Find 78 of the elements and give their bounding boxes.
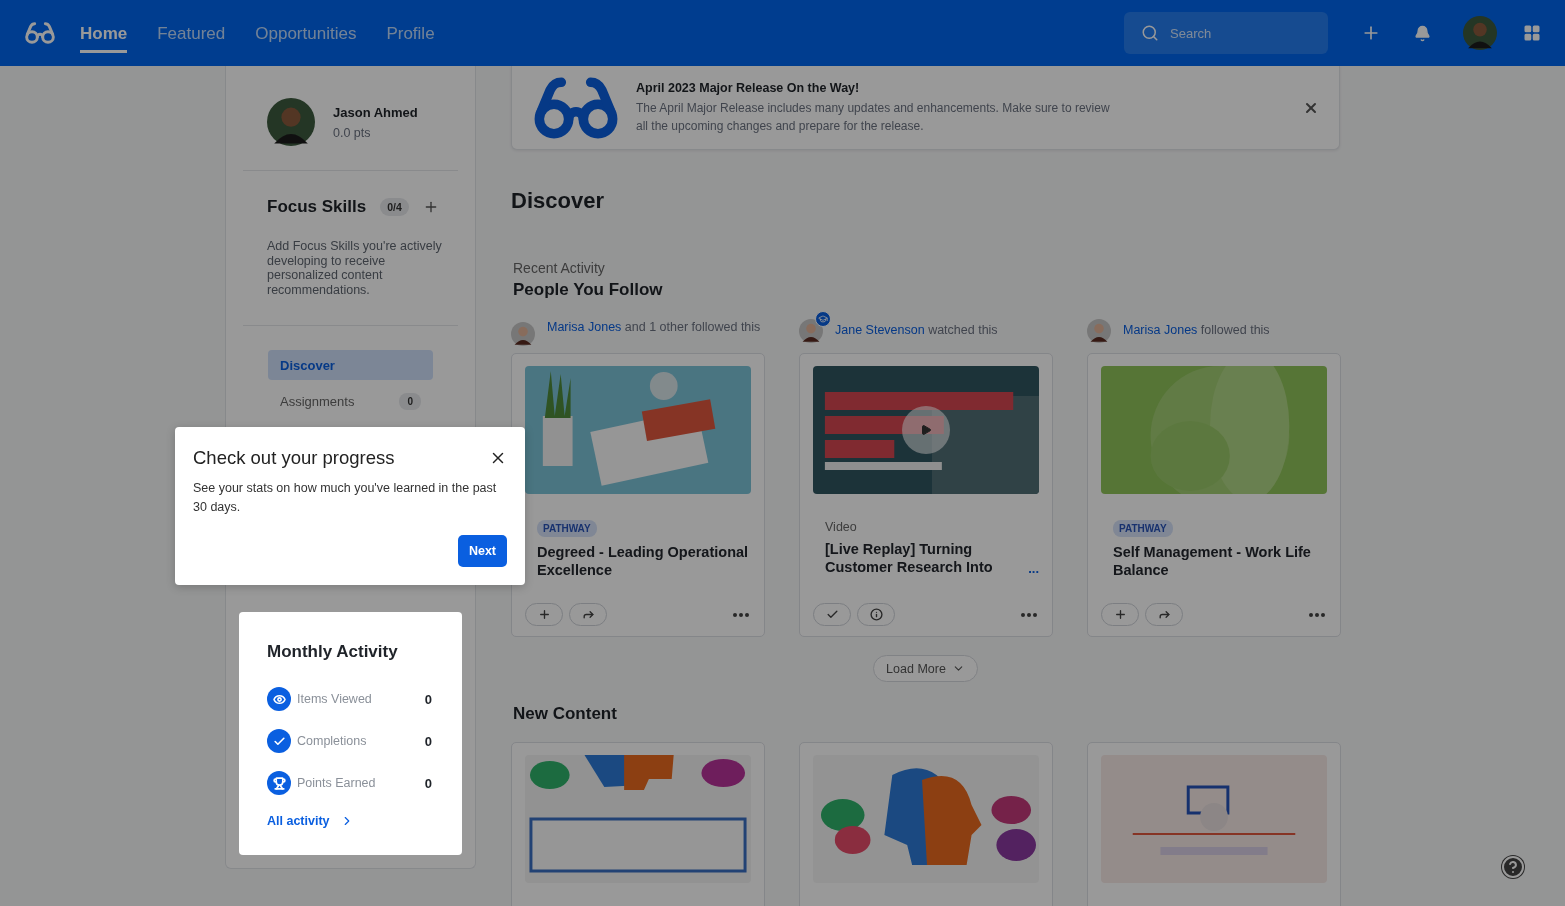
section-overline: Recent Activity	[513, 260, 606, 276]
type-tag: PATHWAY	[537, 520, 597, 537]
more-options-button[interactable]	[1019, 612, 1039, 617]
share-button[interactable]	[569, 603, 607, 626]
stat-label: Points Earned	[297, 776, 377, 790]
trophy-icon	[267, 771, 291, 795]
next-button[interactable]: Next	[457, 535, 507, 567]
all-activity-link[interactable]: All activity	[267, 814, 354, 828]
user-link[interactable]: Jane Stevenson	[835, 323, 925, 337]
popover-text: See your stats on how much you've learned in the past 30 days.	[193, 480, 498, 516]
plus-icon	[537, 608, 551, 621]
section-title: New Content	[513, 704, 618, 724]
activity-text: Jane Stevenson watched this	[835, 322, 998, 339]
banner-title: April 2023 Major Release On the Way!	[636, 80, 861, 95]
content-card[interactable]	[511, 742, 765, 906]
stat-value: 0	[424, 733, 432, 749]
ellipsis-icon	[733, 612, 749, 617]
stat-label: Items Viewed	[297, 692, 373, 706]
avatar	[1463, 16, 1497, 50]
nav-tab[interactable]: Home	[80, 13, 128, 53]
ellipsis-icon	[1021, 612, 1037, 617]
content-type: Video	[825, 520, 857, 534]
share-button[interactable]	[1145, 603, 1183, 626]
nav-tab[interactable]: Featured	[157, 13, 226, 53]
nav-tab[interactable]: Opportunities	[255, 13, 357, 53]
check-button[interactable]	[813, 603, 851, 626]
share-icon	[1157, 608, 1171, 621]
section-title: People You Follow	[513, 280, 664, 300]
check-icon	[267, 729, 291, 753]
banner-text: The April Major Release includes many updates and enhancements. Make sure to review all the upcoming changes and prepare for the release.	[636, 99, 1111, 135]
card-title: Self Management - Work Life Balance	[1112, 543, 1312, 579]
notifications-button[interactable]	[1414, 24, 1431, 42]
share-icon	[581, 608, 595, 621]
card-title: Monthly Activity	[267, 642, 399, 662]
grid-icon	[1523, 24, 1541, 42]
activity-text: Marisa Jones followed this	[1123, 322, 1270, 339]
avatar	[267, 98, 315, 146]
eye-icon	[267, 687, 291, 711]
stat-label: Completions	[297, 734, 368, 748]
card-title: Degreed - Leading Operational Excellence	[536, 543, 750, 579]
apps-button[interactable]	[1523, 24, 1541, 42]
user-link[interactable]: Marisa Jones	[547, 320, 622, 334]
user-points: 0.0 pts	[333, 125, 372, 140]
count-badge: 0	[399, 392, 421, 410]
search-icon	[1141, 24, 1159, 42]
skills-count: 0/4	[380, 198, 409, 216]
info-button[interactable]	[857, 603, 895, 626]
page-title: Discover	[511, 188, 605, 214]
type-tag: PATHWAY	[1113, 520, 1173, 537]
info-icon	[869, 608, 883, 621]
help-button[interactable]	[1501, 855, 1525, 879]
focus-skills-description: Add Focus Skills you're actively developing to receive personalized content recommendations.	[267, 239, 443, 297]
sidebar-item[interactable]: Assignments 0	[268, 386, 433, 416]
content-card[interactable]: Video [Live Replay] Turning Customer Research Into ...	[799, 353, 1053, 637]
bell-icon	[1414, 24, 1431, 42]
sidebar-item[interactable]: Discover	[268, 350, 433, 380]
stat-value: 0	[424, 691, 432, 707]
activity-text: Marisa Jones and 1 other followed this	[547, 319, 761, 336]
user-link[interactable]: Marisa Jones	[1123, 323, 1198, 337]
check-icon	[825, 608, 839, 621]
avatar	[799, 319, 823, 343]
load-more-button[interactable]: Load More	[873, 655, 978, 682]
content-card[interactable]: PATHWAY Degreed - Leading Operational Excellence	[511, 353, 765, 637]
more-link[interactable]: ...	[1028, 561, 1039, 576]
more-options-button[interactable]	[1307, 612, 1327, 617]
help-icon	[1501, 855, 1525, 879]
content-card[interactable]	[799, 742, 1053, 906]
ellipsis-icon	[1309, 612, 1325, 617]
popover-title: Check out your progress	[193, 447, 395, 469]
profile-button[interactable]	[1463, 16, 1497, 50]
user-name: Jason Ahmed	[333, 104, 418, 120]
section-title: Focus Skills	[267, 197, 367, 217]
more-options-button[interactable]	[731, 612, 751, 617]
content-card[interactable]: PATHWAY Self Management - Work Life Balance	[1087, 353, 1341, 637]
plus-icon	[1113, 608, 1127, 621]
card-title: [Live Replay] Turning Customer Research Into	[824, 540, 994, 576]
nav-tab[interactable]: Profile	[386, 13, 435, 53]
stat-value: 0	[424, 775, 432, 791]
